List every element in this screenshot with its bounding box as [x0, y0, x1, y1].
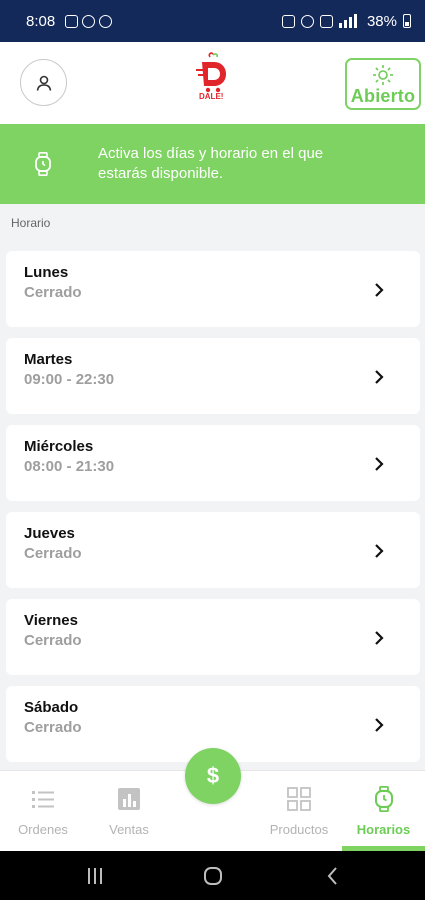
chevron-right-icon [375, 544, 384, 558]
section-title: Horario [11, 216, 51, 230]
chevron-right-icon [375, 457, 384, 471]
day-label: Sábado [24, 699, 79, 716]
day-label: Martes [24, 351, 73, 368]
battery-percent: 38% [366, 12, 397, 30]
day-label: Jueves [24, 525, 75, 542]
hours-label: 09:00 - 22:30 [24, 371, 115, 388]
nav-label: Productos [269, 822, 329, 837]
gallery-icon [65, 14, 79, 28]
messenger-icon [99, 14, 113, 28]
dollar-icon: $ [206, 763, 220, 788]
nav-label: Horarios [356, 822, 411, 837]
back-icon[interactable] [326, 866, 340, 886]
sun-icon [373, 65, 393, 85]
hours-label: Cerrado [24, 284, 82, 301]
system-nav-bar [0, 851, 425, 900]
nav-label: Ventas [109, 822, 149, 837]
user-icon [36, 75, 51, 91]
day-label: Lunes [24, 264, 69, 281]
whatsapp-icon [82, 14, 96, 28]
lock-icon [281, 14, 295, 28]
recent-apps-icon[interactable] [86, 866, 104, 886]
watch-icon [374, 786, 393, 812]
schedule-row-lunes[interactable]: Lunes Cerrado [6, 251, 420, 327]
hours-label: Cerrado [24, 632, 82, 649]
hours-label: Cerrado [24, 545, 82, 562]
day-label: Miércoles [24, 438, 94, 455]
profile-button[interactable] [20, 59, 67, 106]
grid-icon [287, 787, 311, 811]
hours-label: 08:00 - 21:30 [24, 458, 115, 475]
availability-banner: Activa los días y horario en el que esta… [0, 124, 425, 204]
schedule-row-jueves[interactable]: Jueves Cerrado [6, 512, 420, 588]
hours-label: Cerrado [24, 719, 82, 736]
mute-icon [319, 14, 333, 28]
nav-item-schedule[interactable]: Horarios [342, 771, 425, 852]
banner-text: Activa los días y horario en el que esta… [98, 145, 324, 182]
notification-icons [65, 14, 113, 28]
store-status-label: Abierto [350, 86, 416, 106]
chevron-right-icon [375, 370, 384, 384]
logo-text: DALE! [199, 92, 224, 101]
battery-icon [403, 14, 411, 28]
signal-icon [338, 14, 357, 28]
app-header: DALE! Abierto [0, 42, 425, 124]
bar-chart-icon [118, 788, 140, 810]
nav-item-sales[interactable]: Ventas [86, 771, 172, 852]
day-label: Viernes [24, 612, 78, 629]
schedule-row-miercoles[interactable]: Miércoles 08:00 - 21:30 [6, 425, 420, 501]
home-icon[interactable] [203, 866, 223, 886]
nav-label: Ordenes [18, 822, 68, 837]
chevron-right-icon [375, 283, 384, 297]
watch-icon [35, 152, 51, 176]
store-status-button[interactable]: Abierto [345, 58, 421, 110]
nav-item-orders[interactable]: Ordenes [0, 771, 86, 852]
status-time: 8:08 [26, 12, 56, 30]
status-bar: 8:08 38% [0, 0, 425, 42]
schedule-row-viernes[interactable]: Viernes Cerrado [6, 599, 420, 675]
chevron-right-icon [375, 718, 384, 732]
schedule-row-martes[interactable]: Martes 09:00 - 22:30 [6, 338, 420, 414]
alarm-icon [300, 14, 314, 28]
list-icon [32, 791, 54, 808]
nav-item-products[interactable]: Productos [256, 771, 342, 852]
chevron-right-icon [375, 631, 384, 645]
sales-fab-button[interactable]: $ [185, 748, 241, 804]
